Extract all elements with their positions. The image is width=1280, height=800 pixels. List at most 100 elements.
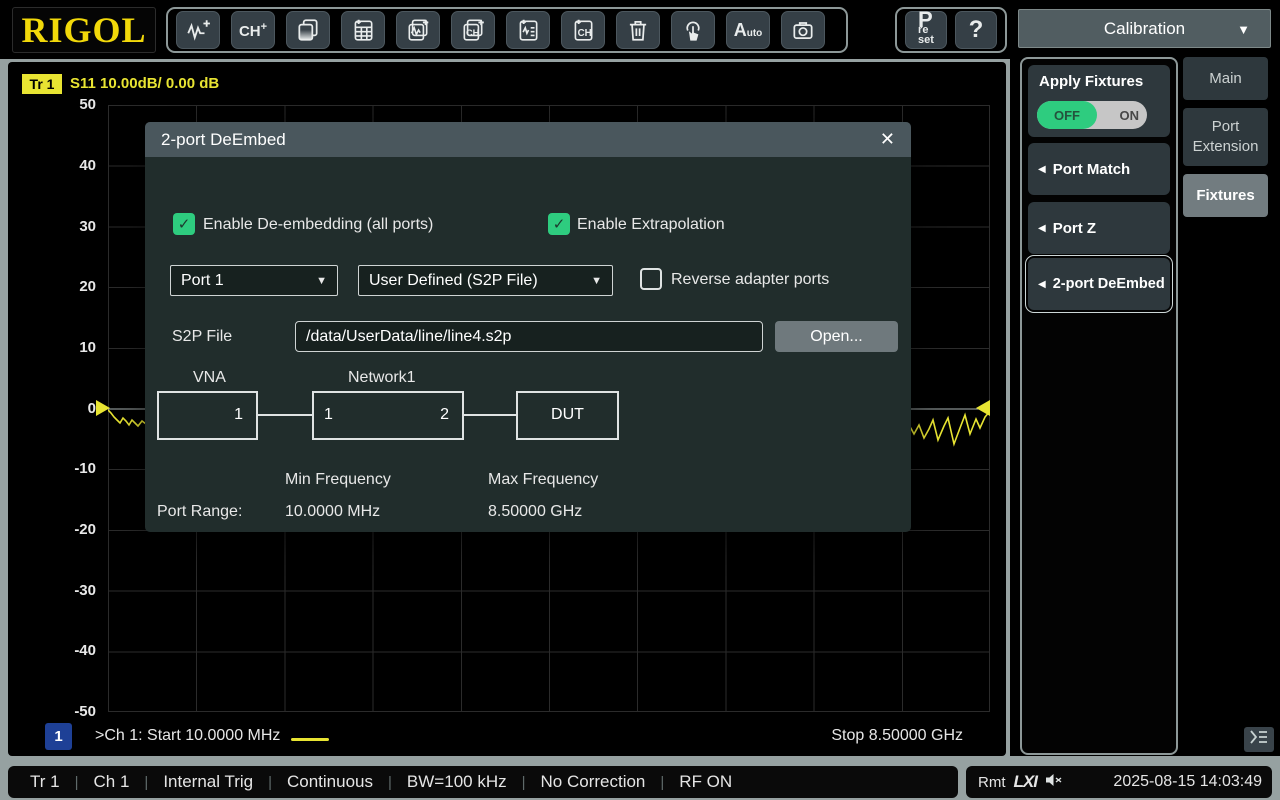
remote-indicator: Rmt — [978, 774, 1006, 791]
status-rf[interactable]: RF ON — [679, 772, 732, 792]
chevron-down-icon: ▼ — [316, 275, 327, 287]
copy-trace-icon — [405, 17, 431, 43]
type-select-value: User Defined (S2P File) — [369, 272, 538, 290]
network1-label: Network1 — [348, 369, 416, 387]
collapse-menu-button[interactable] — [1244, 727, 1274, 752]
copy-trace-button[interactable] — [396, 11, 440, 49]
port-range-min: 10.0000 MHz — [285, 503, 380, 521]
s2p-file-input[interactable]: /data/UserData/line/line4.s2p — [295, 321, 763, 352]
trash-icon — [625, 17, 651, 43]
new-channel-table-button[interactable] — [341, 11, 385, 49]
svg-text:CH: CH — [578, 28, 592, 39]
auto-scale-icon: Auto — [734, 20, 763, 41]
min-frequency-header: Min Frequency — [285, 471, 391, 489]
chevron-left-icon: ◀ — [1038, 164, 1046, 175]
type-select[interactable]: User Defined (S2P File) ▼ — [358, 265, 613, 296]
stop-frequency: Stop 8.50000 GHz — [831, 727, 963, 745]
trace-report-button[interactable] — [506, 11, 550, 49]
add-trace-icon — [185, 17, 211, 43]
y-tick: -10 — [8, 460, 96, 477]
calibration-menu-label: Calibration — [1104, 19, 1185, 39]
sidebar-panel: Apply Fixtures OFF ON ◀ Port Match ◀ Por… — [1020, 57, 1178, 755]
toggle-off-label[interactable]: OFF — [1037, 101, 1097, 129]
dut-label: DUT — [518, 406, 617, 424]
reverse-ports-checkbox[interactable] — [640, 268, 662, 290]
y-tick: -20 — [8, 521, 96, 538]
touch-button[interactable] — [671, 11, 715, 49]
connector-line — [464, 414, 516, 416]
screenshot-button[interactable] — [781, 11, 825, 49]
datetime: 2025-08-15 14:03:49 — [1113, 773, 1262, 791]
y-tick: 30 — [8, 218, 96, 235]
ref-level-marker-left — [96, 400, 110, 416]
dialog-titlebar[interactable]: 2-port DeEmbed ✕ — [145, 122, 911, 157]
dialog-title: 2-port DeEmbed — [161, 130, 286, 150]
start-frequency: >Ch 1: Start 10.0000 MHz — [95, 727, 280, 745]
status-correction[interactable]: No Correction — [541, 772, 646, 792]
port-z-label: Port Z — [1053, 220, 1096, 237]
channel-badge[interactable]: 1 — [45, 723, 72, 750]
port-range-max: 8.50000 GHz — [488, 503, 582, 521]
y-tick: 0 — [8, 400, 96, 417]
status-sweep-mode[interactable]: Continuous — [287, 772, 373, 792]
touch-icon — [680, 17, 706, 43]
network1-box: 1 2 — [312, 391, 464, 440]
vna-port-1: 1 — [234, 406, 243, 424]
network1-port-2: 2 — [440, 406, 449, 424]
status-trace[interactable]: Tr 1 — [30, 772, 60, 792]
chevron-down-icon: ▼ — [591, 275, 602, 287]
lxi-logo: LXI — [1014, 772, 1037, 792]
status-channel[interactable]: Ch 1 — [94, 772, 130, 792]
toolbar-preset-group: Preset ? — [895, 7, 1007, 53]
auto-scale-button[interactable]: Auto — [726, 11, 770, 49]
svg-text:CH: CH — [466, 28, 480, 38]
port-range-label: Port Range: — [157, 503, 242, 521]
channel-report-button[interactable]: CH — [561, 11, 605, 49]
copy-button[interactable] — [286, 11, 330, 49]
tab-fixtures[interactable]: Fixtures — [1183, 174, 1268, 217]
divider: | — [75, 774, 79, 791]
max-frequency-header: Max Frequency — [488, 471, 598, 489]
camera-icon — [790, 17, 816, 43]
preset-button[interactable]: Preset — [905, 11, 947, 49]
close-icon[interactable]: ✕ — [880, 129, 895, 150]
chevron-left-icon: ◀ — [1038, 279, 1046, 290]
delete-button[interactable] — [616, 11, 660, 49]
dut-box: DUT — [516, 391, 619, 440]
toggle-on-label[interactable]: ON — [1120, 101, 1140, 129]
sidebar-item-2port-deembed[interactable]: ◀ 2-port DeEmbed — [1028, 258, 1170, 310]
status-bandwidth[interactable]: BW=100 kHz — [407, 772, 507, 792]
apply-fixtures-toggle[interactable]: OFF ON — [1037, 101, 1147, 129]
port-select[interactable]: Port 1 ▼ — [170, 265, 338, 296]
sidebar-item-port-z[interactable]: ◀ Port Z — [1028, 202, 1170, 254]
port-match-label: Port Match — [1053, 161, 1131, 178]
y-tick: 40 — [8, 157, 96, 174]
status-trigger[interactable]: Internal Trig — [163, 772, 253, 792]
enable-extrapolation-checkbox[interactable]: ✓ — [548, 213, 570, 235]
speaker-muted-icon[interactable] — [1045, 772, 1063, 792]
connector-line — [258, 414, 312, 416]
help-button[interactable]: ? — [955, 11, 997, 49]
tab-port-extension[interactable]: Port Extension — [1183, 108, 1268, 166]
calibration-menu-button[interactable]: Calibration ▼ — [1018, 9, 1271, 48]
add-channel-button[interactable]: CH+ — [231, 11, 275, 49]
add-trace-button[interactable] — [176, 11, 220, 49]
open-button[interactable]: Open... — [775, 321, 898, 352]
y-tick: 20 — [8, 278, 96, 295]
copy-channel-icon: CH — [460, 17, 486, 43]
tab-main[interactable]: Main — [1183, 57, 1268, 100]
copy-channel-button[interactable]: CH — [451, 11, 495, 49]
divider: | — [660, 774, 664, 791]
deembed-dialog: 2-port DeEmbed ✕ ✓ Enable De-embedding (… — [145, 122, 911, 532]
new-channel-table-icon — [350, 17, 376, 43]
divider: | — [522, 774, 526, 791]
divider: | — [388, 774, 392, 791]
trace-report-icon — [515, 17, 541, 43]
divider: | — [144, 774, 148, 791]
port-select-value: Port 1 — [181, 272, 224, 290]
ref-level-marker-right — [976, 400, 990, 416]
enable-deembed-checkbox[interactable]: ✓ — [173, 213, 195, 235]
sidebar-item-port-match[interactable]: ◀ Port Match — [1028, 143, 1170, 195]
status-bar: Tr 1 | Ch 1 | Internal Trig | Continuous… — [8, 766, 958, 798]
deembed-label: 2-port DeEmbed — [1053, 276, 1165, 292]
